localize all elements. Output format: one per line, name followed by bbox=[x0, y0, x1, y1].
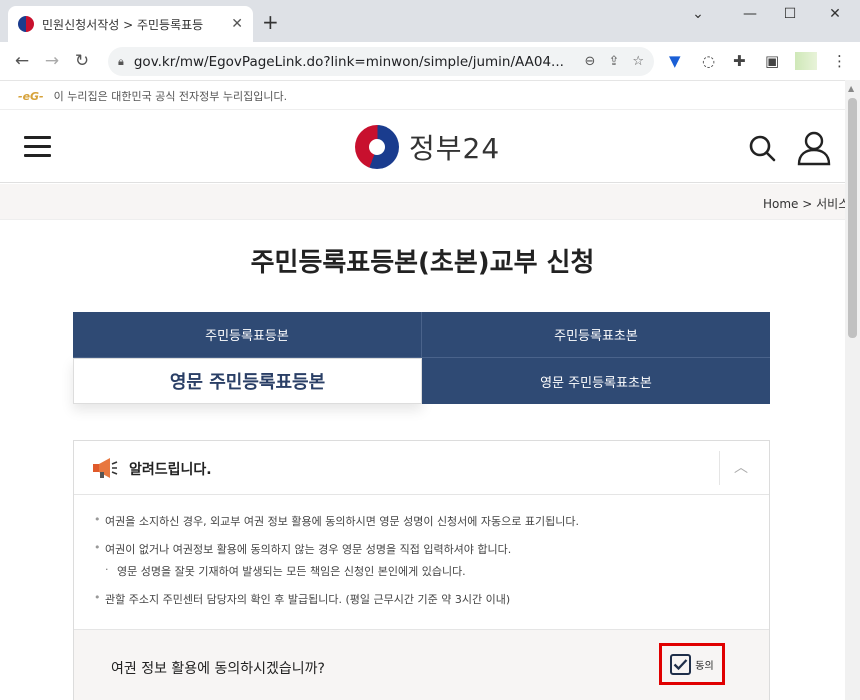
extensions-puzzle-icon[interactable]: ✚ bbox=[733, 52, 746, 70]
search-icon[interactable] bbox=[748, 134, 776, 162]
share-icon[interactable]: ⇪ bbox=[608, 54, 619, 69]
browser-tab-title: 민원신청서작성 > 주민등록표등 bbox=[42, 17, 204, 32]
taegeuk-logo-icon bbox=[355, 125, 399, 169]
tab-resident-register-abstract[interactable]: 주민등록표초본 bbox=[422, 312, 770, 358]
notice-panel: 알려드립니다. ︿ 여권을 소지하신 경우, 외교부 여권 정보 활용에 동의하… bbox=[73, 440, 770, 700]
tab-english-resident-register-copy[interactable]: 영문 주민등록표등본 bbox=[73, 358, 422, 404]
hamburger-menu-icon[interactable] bbox=[24, 136, 51, 158]
extension-v-icon[interactable]: ▼ bbox=[669, 52, 681, 70]
new-tab-button[interactable]: + bbox=[262, 12, 279, 32]
maximize-button[interactable]: ☐ bbox=[775, 6, 805, 22]
gov24-logo[interactable]: 정부24 bbox=[355, 125, 500, 169]
user-login-icon[interactable] bbox=[796, 130, 832, 166]
reload-icon[interactable]: ↻ bbox=[67, 51, 97, 71]
logo-text: 정부24 bbox=[409, 132, 501, 165]
browser-tab[interactable]: 민원신청서작성 > 주민등록표등 ✕ bbox=[8, 6, 253, 42]
url-text[interactable]: gov.kr/mw/EgovPageLink.do?link=minwon/si… bbox=[134, 54, 572, 70]
page-viewport: -eG- 이 누리집은 대한민국 공식 전자정부 누리집입니다. 정부24 Ho… bbox=[0, 80, 845, 700]
notice-item: 여권을 소지하신 경우, 외교부 여권 정보 활용에 동의하시면 영문 성명이 … bbox=[94, 513, 754, 529]
consent-checkbox[interactable] bbox=[670, 653, 692, 675]
notice-list: 여권을 소지하신 경우, 외교부 여권 정보 활용에 동의하시면 영문 성명이 … bbox=[94, 513, 754, 619]
site-header: 정부24 bbox=[0, 109, 845, 183]
menu-dots-icon[interactable]: ⋮ bbox=[832, 52, 847, 70]
tab-resident-register-copy[interactable]: 주민등록표등본 bbox=[73, 312, 422, 358]
divider bbox=[719, 451, 720, 485]
notice-subitem: 영문 성명을 잘못 기재하여 발생되는 모든 책임은 신청인 본인에게 있습니다… bbox=[94, 563, 754, 579]
bookmark-star-icon[interactable]: ☆ bbox=[632, 54, 644, 69]
page-scrollbar[interactable]: ▲ bbox=[845, 80, 860, 700]
back-arrow-icon[interactable]: ← bbox=[7, 51, 37, 71]
profile-avatar-icon[interactable] bbox=[795, 52, 817, 70]
notice-title: 알려드립니다. bbox=[129, 462, 212, 478]
notice-item: 관할 주소지 주민센터 담당자의 확인 후 발급됩니다. (평일 근무시간 기준… bbox=[94, 591, 754, 607]
notice-item: 여권이 없거나 여권정보 활용에 동의하지 않는 경우 영문 성명을 직접 입력… bbox=[94, 541, 754, 557]
consent-highlight-box[interactable]: 동의 bbox=[659, 643, 725, 685]
scrollbar-thumb[interactable] bbox=[848, 98, 857, 338]
scroll-up-arrow-icon[interactable]: ▲ bbox=[848, 84, 854, 93]
close-window-button[interactable]: ✕ bbox=[820, 6, 850, 22]
passport-consent-row: 여권 정보 활용에 동의하시겠습니까? 동의 bbox=[74, 629, 769, 700]
breadcrumb[interactable]: Home > 서비스 bbox=[763, 195, 845, 212]
browser-toolbar: ← → ↻ 🔒︎ gov.kr/mw/EgovPageLink.do?link=… bbox=[0, 42, 860, 80]
gov-official-banner: -eG- 이 누리집은 대한민국 공식 전자정부 누리집입니다. bbox=[18, 88, 287, 104]
page-title: 주민등록표등본(초본)교부 신청 bbox=[250, 248, 595, 278]
extension-mouse-icon[interactable]: ◌ bbox=[702, 52, 715, 70]
megaphone-icon bbox=[93, 458, 118, 478]
close-tab-icon[interactable]: ✕ bbox=[231, 16, 243, 32]
collapse-chevron-up-icon[interactable]: ︿ bbox=[734, 457, 748, 477]
zoom-icon[interactable]: ⊖ bbox=[585, 54, 596, 69]
notice-header: 알려드립니다. ︿ bbox=[74, 441, 769, 495]
lock-icon[interactable]: 🔒︎ bbox=[118, 55, 124, 69]
consent-question: 여권 정보 활용에 동의하시겠습니까? bbox=[111, 661, 325, 677]
address-bar[interactable]: 🔒︎ gov.kr/mw/EgovPageLink.do?link=minwon… bbox=[108, 47, 654, 76]
consent-checkbox-label[interactable]: 동의 bbox=[695, 657, 713, 672]
egov-mark-icon: -eG- bbox=[18, 89, 44, 103]
certificate-type-tabs: 주민등록표등본 주민등록표초본 영문 주민등록표등본 영문 주민등록표초본 bbox=[73, 312, 770, 404]
breadcrumb-bar: Home > 서비스 bbox=[0, 184, 845, 220]
gov24-favicon-icon bbox=[18, 16, 34, 32]
tab-english-resident-register-abstract[interactable]: 영문 주민등록표초본 bbox=[422, 358, 770, 404]
gov-official-text: 이 누리집은 대한민국 공식 전자정부 누리집입니다. bbox=[53, 90, 288, 103]
tab-search-icon[interactable]: ⌄ bbox=[683, 6, 713, 22]
forward-arrow-icon[interactable]: → bbox=[37, 51, 67, 71]
checkmark-icon bbox=[673, 658, 688, 670]
browser-tabstrip: 민원신청서작성 > 주민등록표등 ✕ + ⌄ — ☐ ✕ bbox=[0, 0, 860, 42]
side-panel-icon[interactable]: ▣ bbox=[765, 52, 779, 70]
minimize-button[interactable]: — bbox=[735, 6, 765, 22]
